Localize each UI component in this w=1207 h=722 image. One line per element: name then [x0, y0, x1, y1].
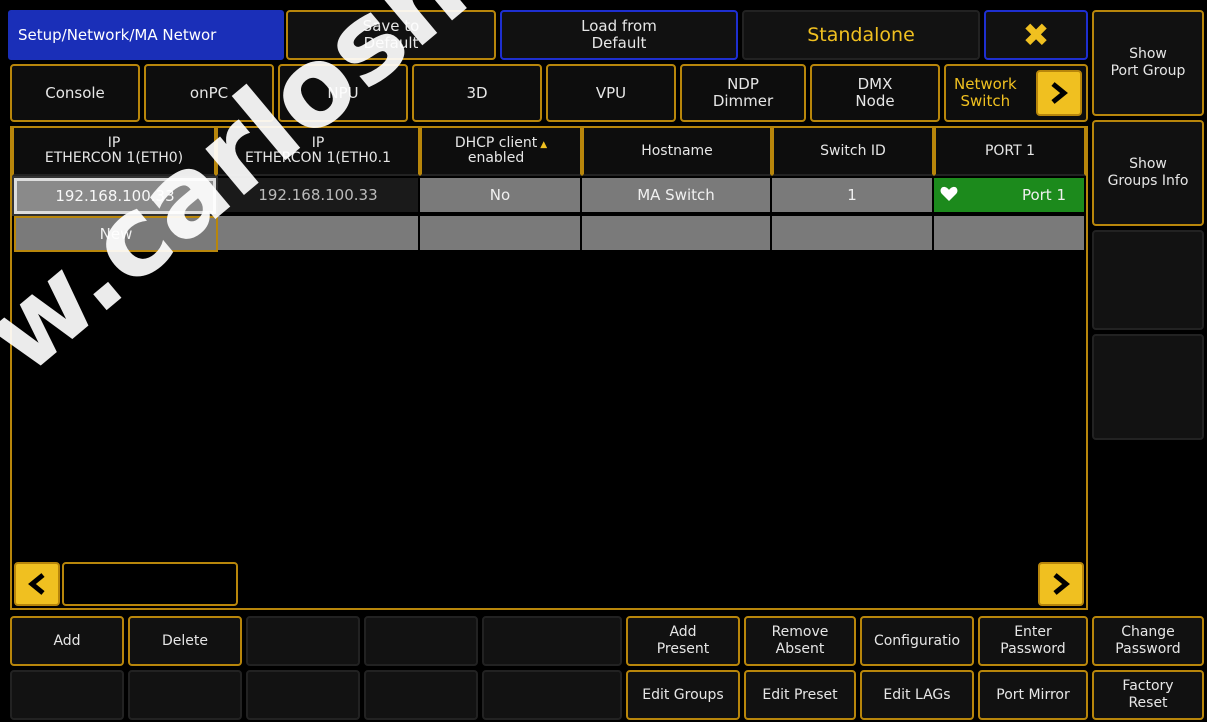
- empty-button-slot: [482, 616, 622, 666]
- window-title: Setup/Network/MA Networ: [8, 10, 284, 60]
- empty-button-slot: [364, 616, 478, 666]
- tabs-scroll-right-button[interactable]: [1036, 70, 1082, 116]
- show-port-group-button[interactable]: Show Port Group: [1092, 10, 1204, 116]
- empty-button-slot: [246, 616, 360, 666]
- sort-ascending-icon: ▲: [540, 140, 548, 150]
- cell-ip-eth0-1[interactable]: 192.168.100.33: [218, 178, 420, 214]
- cell-port-1-label: Port 1: [1021, 186, 1066, 204]
- empty-button-slot: [128, 670, 242, 720]
- tab-onpc[interactable]: onPC: [144, 64, 274, 122]
- column-header-ip-eth0[interactable]: IP ETHERCON 1(ETH0): [12, 128, 216, 176]
- add-present-button[interactable]: Add Present: [626, 616, 740, 666]
- empty-cell: [582, 216, 772, 252]
- chevron-left-icon: [28, 573, 45, 595]
- chevron-right-icon: [1053, 573, 1070, 595]
- tab-network-switch-label: Network Switch: [954, 75, 1017, 110]
- close-button[interactable]: ✖: [984, 10, 1088, 60]
- empty-sidebar-slot: [1092, 334, 1204, 440]
- heart-icon: [940, 186, 958, 201]
- chevron-right-icon: [1051, 82, 1068, 104]
- scrollbar-thumb[interactable]: [62, 562, 238, 606]
- remove-absent-button[interactable]: Remove Absent: [744, 616, 856, 666]
- scroll-left-button[interactable]: [14, 562, 60, 606]
- empty-cell: [934, 216, 1086, 252]
- save-to-default-button[interactable]: Save to Default: [286, 10, 496, 60]
- tab-ndp-dimmer[interactable]: NDP Dimmer: [680, 64, 806, 122]
- column-header-switch-id[interactable]: Switch ID: [772, 128, 934, 176]
- add-button[interactable]: Add: [10, 616, 124, 666]
- cell-port-1[interactable]: Port 1: [934, 178, 1086, 214]
- configuration-button[interactable]: Configuratio: [860, 616, 974, 666]
- column-header-dhcp[interactable]: DHCP client enabled ▲: [420, 128, 582, 176]
- edit-preset-button[interactable]: Edit Preset: [744, 670, 856, 720]
- empty-cell: [772, 216, 934, 252]
- close-x-icon: ✖: [1022, 15, 1050, 54]
- cell-hostname[interactable]: MA Switch: [582, 178, 772, 214]
- empty-button-slot: [246, 670, 360, 720]
- tab-3d[interactable]: 3D: [412, 64, 542, 122]
- enter-password-button[interactable]: Enter Password: [978, 616, 1088, 666]
- column-header-hostname[interactable]: Hostname: [582, 128, 772, 176]
- cell-switch-id[interactable]: 1: [772, 178, 934, 214]
- column-header-dhcp-label: DHCP client enabled: [454, 135, 538, 166]
- empty-button-slot: [364, 670, 478, 720]
- port-mirror-button[interactable]: Port Mirror: [978, 670, 1088, 720]
- cell-dhcp[interactable]: No: [420, 178, 582, 214]
- mode-standalone-label: Standalone: [742, 10, 980, 60]
- tab-vpu[interactable]: VPU: [546, 64, 676, 122]
- column-header-port-1[interactable]: PORT 1: [934, 128, 1086, 176]
- load-from-default-button[interactable]: Load from Default: [500, 10, 738, 60]
- empty-button-slot: [10, 670, 124, 720]
- show-groups-info-button[interactable]: Show Groups Info: [1092, 120, 1204, 226]
- edit-lags-button[interactable]: Edit LAGs: [860, 670, 974, 720]
- empty-cell: [420, 216, 582, 252]
- tab-console[interactable]: Console: [10, 64, 140, 122]
- edit-groups-button[interactable]: Edit Groups: [626, 670, 740, 720]
- scroll-right-button[interactable]: [1038, 562, 1084, 606]
- cell-ip-eth0[interactable]: 192.168.100.33: [12, 176, 218, 216]
- tab-npu[interactable]: NPU: [278, 64, 408, 122]
- factory-reset-button[interactable]: Factory Reset: [1092, 670, 1204, 720]
- new-row-button[interactable]: New: [14, 216, 218, 252]
- empty-sidebar-area: [1092, 444, 1204, 610]
- empty-button-slot: [482, 670, 622, 720]
- empty-sidebar-slot: [1092, 230, 1204, 330]
- tab-dmx-node[interactable]: DMX Node: [810, 64, 940, 122]
- change-password-button[interactable]: Change Password: [1092, 616, 1204, 666]
- empty-cell: [218, 216, 420, 252]
- delete-button[interactable]: Delete: [128, 616, 242, 666]
- column-header-ip-eth0-1[interactable]: IP ETHERCON 1(ETH0.1: [216, 128, 420, 176]
